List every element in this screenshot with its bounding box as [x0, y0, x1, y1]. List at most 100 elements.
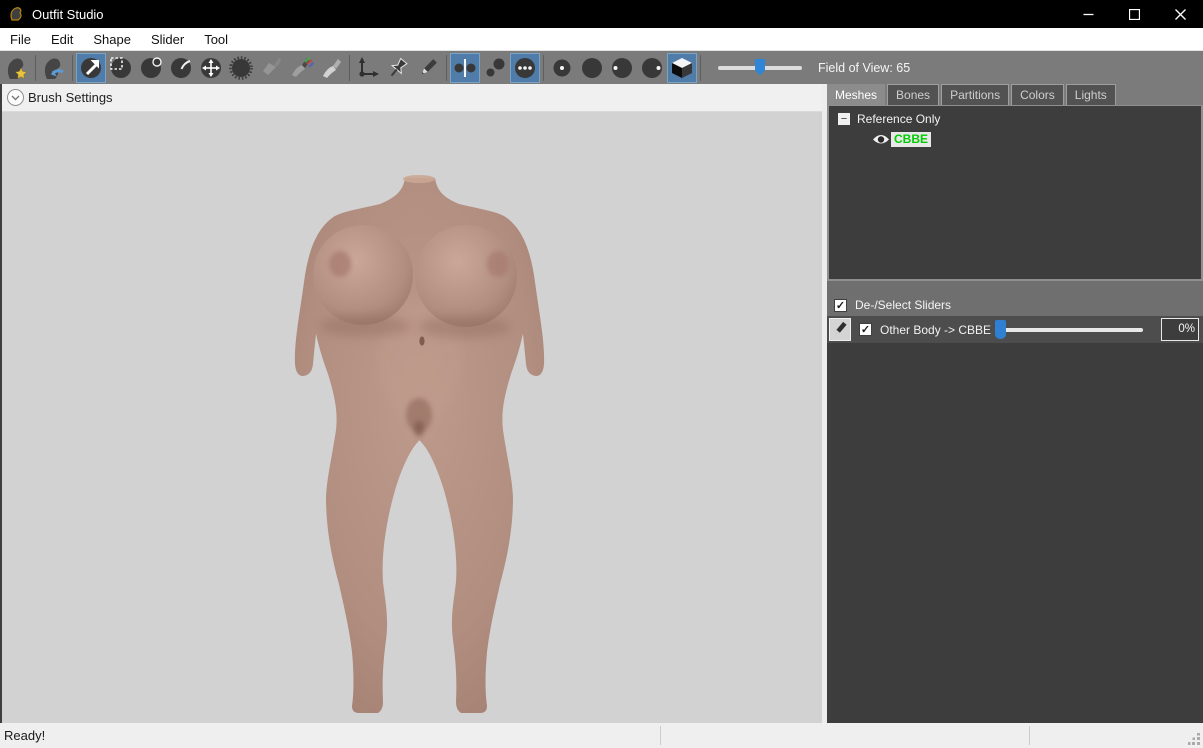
alpha-brush-button[interactable] — [316, 53, 346, 83]
toolbar-separator — [35, 55, 36, 81]
deflate-brush-button[interactable] — [166, 53, 196, 83]
slider-track[interactable] — [995, 328, 1143, 332]
close-button[interactable] — [1157, 0, 1203, 28]
toolbar-separator — [446, 55, 447, 81]
brush-circle-left-dot-icon — [609, 55, 635, 81]
fov-slider[interactable] — [718, 59, 802, 77]
smooth-brush-button[interactable] — [226, 53, 256, 83]
chevron-down-icon[interactable] — [7, 89, 24, 106]
deflate-brush-icon — [168, 55, 194, 81]
panel-tabs: Meshes Bones Partitions Colors Lights — [827, 84, 1203, 105]
global-brush-collision-toggle[interactable] — [510, 53, 540, 83]
load-project-icon — [41, 55, 67, 81]
status-text: Ready! — [4, 728, 45, 743]
select-tool-button[interactable] — [76, 53, 106, 83]
window-controls — [1065, 0, 1203, 28]
pin-tool-button[interactable] — [383, 53, 413, 83]
deselect-sliders-bar: ✓ De-/Select Sliders — [827, 281, 1203, 316]
toolbar-separator — [349, 55, 350, 81]
menu-file[interactable]: File — [0, 28, 41, 50]
viewport-3d[interactable] — [2, 112, 822, 723]
title-bar: Outfit Studio — [0, 0, 1203, 28]
tab-colors[interactable]: Colors — [1011, 84, 1064, 105]
slider-label: Other Body -> CBBE — [880, 323, 995, 337]
pen-icon — [415, 55, 441, 81]
select-tool-icon — [78, 55, 104, 81]
tab-meshes[interactable]: Meshes — [827, 84, 885, 105]
mesh-item-cbbe[interactable]: CBBE — [891, 132, 931, 147]
viewport-pane: Brush Settings — [0, 84, 822, 723]
mask-brush-icon — [108, 55, 134, 81]
tab-lights[interactable]: Lights — [1066, 84, 1116, 105]
slider-row: ✓ Other Body -> CBBE 0% — [827, 316, 1203, 343]
slider-value[interactable]: 0% — [1161, 318, 1199, 341]
menu-slider[interactable]: Slider — [141, 28, 194, 50]
smooth-brush-icon — [228, 55, 254, 81]
status-divider — [1029, 726, 1030, 745]
slider-checkbox[interactable]: ✓ — [859, 323, 872, 336]
color-brush-button[interactable] — [286, 53, 316, 83]
move-brush-icon — [198, 55, 224, 81]
menu-shape[interactable]: Shape — [83, 28, 141, 50]
global-brush-collision-icon — [512, 55, 538, 81]
sliders-empty-area — [827, 343, 1203, 723]
connected-vertices-icon — [482, 55, 508, 81]
window-title: Outfit Studio — [32, 7, 104, 22]
resize-grip[interactable] — [1188, 733, 1201, 746]
inflate-brush-button[interactable] — [136, 53, 166, 83]
tree-root-row[interactable]: − Reference Only — [838, 110, 1201, 128]
tab-bones[interactable]: Bones — [887, 84, 939, 105]
x-mirror-toggle[interactable] — [450, 53, 480, 83]
perspective-toggle[interactable] — [667, 53, 697, 83]
deselect-sliders-label: De-/Select Sliders — [855, 298, 951, 312]
menu-edit[interactable]: Edit — [41, 28, 83, 50]
minimize-button[interactable] — [1065, 0, 1111, 28]
toolbar-separator — [700, 55, 701, 81]
status-divider — [660, 726, 661, 745]
tab-partitions[interactable]: Partitions — [941, 84, 1009, 105]
tree-root-label[interactable]: Reference Only — [857, 112, 940, 126]
mesh-tree: − Reference Only CBBE — [827, 105, 1203, 281]
tree-collapse-toggle[interactable]: − — [838, 113, 850, 125]
brush-settings-label: Brush Settings — [28, 90, 113, 105]
slider-thumb[interactable] — [995, 320, 1006, 339]
minimize-icon — [1083, 9, 1094, 20]
vertex-edit-button[interactable] — [413, 53, 443, 83]
new-project-button[interactable] — [2, 53, 32, 83]
transform-tool-icon — [355, 55, 381, 81]
menu-tool[interactable]: Tool — [194, 28, 238, 50]
brush-settings-header[interactable]: Brush Settings — [2, 84, 822, 112]
body-model — [2, 112, 822, 723]
edit-connected-toggle[interactable] — [480, 53, 510, 83]
slider-edit-button[interactable] — [829, 318, 851, 341]
maximize-icon — [1129, 9, 1140, 20]
brush-circle-left-dot-button[interactable] — [607, 53, 637, 83]
mesh-item-row[interactable]: CBBE — [872, 131, 1201, 147]
app-logo-icon — [8, 6, 24, 22]
mask-brush-button[interactable] — [106, 53, 136, 83]
close-icon — [1175, 9, 1186, 20]
pin-tool-icon — [385, 55, 411, 81]
fov-label: Field of View: 65 — [818, 61, 910, 75]
move-brush-button[interactable] — [196, 53, 226, 83]
brush-circle-right-dot-icon — [639, 55, 665, 81]
new-project-icon — [4, 55, 30, 81]
undiff-brush-button[interactable] — [256, 53, 286, 83]
toolbar: Field of View: 65 — [0, 51, 1203, 84]
visibility-eye-icon[interactable] — [872, 133, 890, 146]
brush-circle-filled-button[interactable] — [577, 53, 607, 83]
maximize-button[interactable] — [1111, 0, 1157, 28]
fov-slider-thumb[interactable] — [755, 59, 765, 76]
right-panel: Meshes Bones Partitions Colors Lights − … — [827, 84, 1203, 723]
inflate-brush-icon — [138, 55, 164, 81]
toolbar-separator — [72, 55, 73, 81]
brush-circle-right-dot-button[interactable] — [637, 53, 667, 83]
transform-tool-button[interactable] — [353, 53, 383, 83]
brush-circle-filled-icon — [579, 55, 605, 81]
deselect-sliders-checkbox[interactable]: ✓ — [834, 299, 847, 312]
load-project-button[interactable] — [39, 53, 69, 83]
brush-circle-center-dot-button[interactable] — [547, 53, 577, 83]
menu-bar: File Edit Shape Slider Tool — [0, 28, 1203, 51]
alpha-brush-icon — [318, 55, 344, 81]
toolbar-separator — [543, 55, 544, 81]
